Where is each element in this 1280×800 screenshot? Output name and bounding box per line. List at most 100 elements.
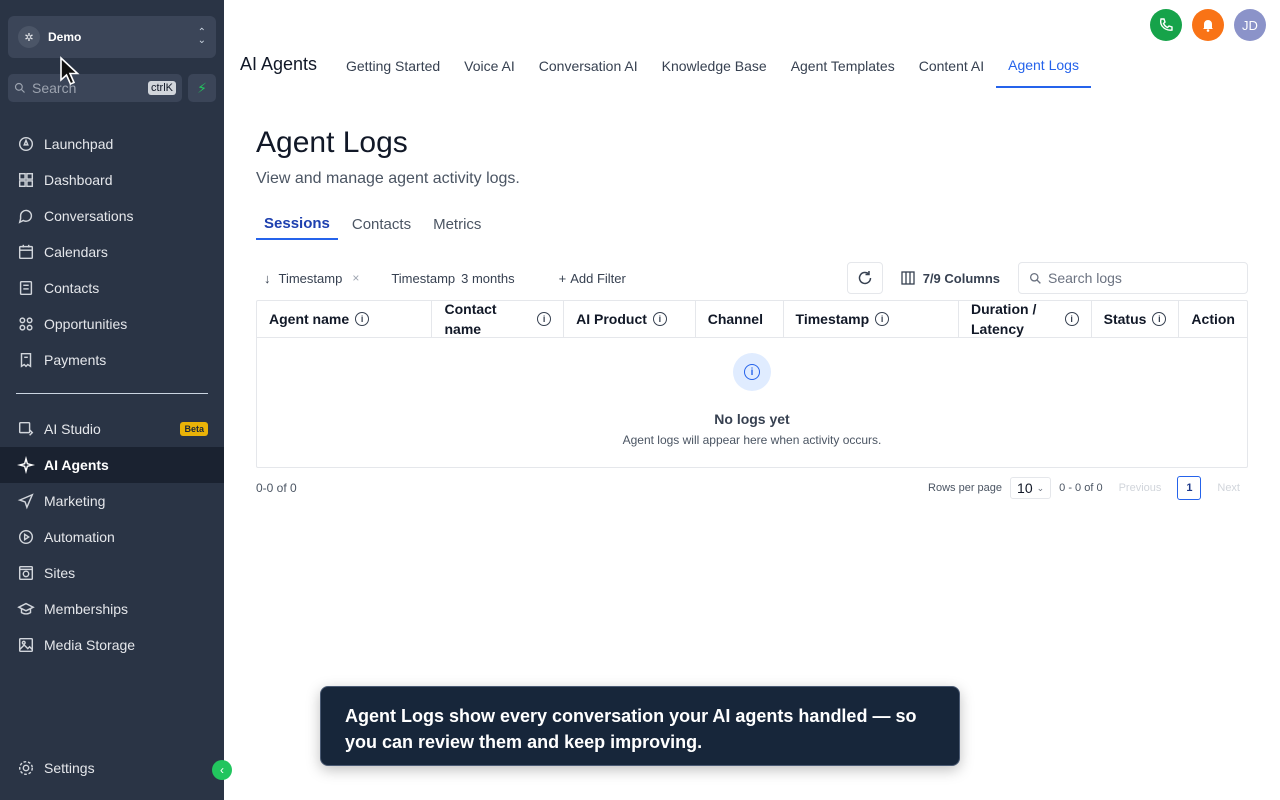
column-label: Channel <box>707 311 763 327</box>
sidebar-nav-main: Launchpad Dashboard Conversations Calend… <box>0 126 224 378</box>
notifications-button[interactable] <box>1192 9 1224 41</box>
tab-voice-ai[interactable]: Voice AI <box>452 44 527 88</box>
rows-per-page-label: Rows per page <box>928 482 1003 494</box>
filter-chip[interactable]: Timestamp 3 months <box>383 265 522 291</box>
page-button-current[interactable]: 1 <box>1177 476 1202 500</box>
info-circle-icon: i <box>733 353 771 391</box>
search-logs-placeholder: Search logs <box>1048 270 1122 286</box>
sidebar-item-marketing[interactable]: Marketing <box>0 483 224 519</box>
column-header-ai-product[interactable]: AI Product i <box>564 301 696 337</box>
info-icon[interactable]: i <box>355 312 370 326</box>
tab-contacts[interactable]: Contacts <box>344 208 419 240</box>
sort-chip[interactable]: ↓ Timestamp × <box>256 265 367 291</box>
sidebar-item-sites[interactable]: Sites <box>0 555 224 591</box>
sidebar-item-contacts[interactable]: Contacts <box>0 270 224 306</box>
account-switcher[interactable]: ✲ Demo ⌃ ⌄ <box>8 16 216 58</box>
logs-table: Agent name i Contact name i AI Product i Ch… <box>256 300 1248 468</box>
sidebar-item-ai-agents[interactable]: AI Agents <box>0 447 224 483</box>
filter-chip-value: 3 months <box>461 270 515 286</box>
tab-knowledge-base[interactable]: Knowledge Base <box>650 44 779 88</box>
sidebar-item-payments[interactable]: Payments <box>0 342 224 378</box>
subtabs: Sessions Contacts Metrics <box>256 208 495 240</box>
sidebar-item-ai-studio[interactable]: AI Studio Beta <box>0 411 224 447</box>
app-root: ✲ Demo ⌃ ⌄ Search ctrlK ⚡ Launchpad Dashb… <box>0 0 1280 800</box>
sidebar-item-label: Conversations <box>44 208 134 224</box>
sidebar-item-label: AI Studio <box>44 421 101 437</box>
rocket-icon <box>16 134 36 154</box>
contacts-icon <box>16 278 36 298</box>
bell-icon <box>1203 20 1213 32</box>
sidebar-item-label: AI Agents <box>44 457 109 473</box>
tab-agent-templates[interactable]: Agent Templates <box>779 44 907 88</box>
column-header-timestamp[interactable]: Timestamp i <box>784 301 959 337</box>
topbar: AI Agents Getting Started Voice AI Conve… <box>224 0 1280 90</box>
close-icon[interactable]: × <box>352 271 359 285</box>
sort-chip-label: Timestamp <box>278 270 343 286</box>
empty-description: Agent logs will appear here when activit… <box>622 433 882 447</box>
column-label: Action <box>1191 311 1235 327</box>
quick-action-button[interactable]: ⚡ <box>188 74 216 102</box>
columns-label: 7/9 Columns <box>922 270 1000 286</box>
column-header-action: Action <box>1179 301 1247 337</box>
table-header: Agent name i Contact name i AI Product i Ch… <box>257 301 1247 338</box>
sidebar-item-media-storage[interactable]: Media Storage <box>0 627 224 663</box>
sidebar-item-label: Media Storage <box>44 637 136 653</box>
info-icon[interactable]: i <box>652 312 667 326</box>
sidebar-item-conversations[interactable]: Conversations <box>0 198 224 234</box>
plus-icon: + <box>558 270 567 286</box>
column-header-agent-name[interactable]: Agent name i <box>257 301 433 337</box>
sidebar-item-settings[interactable]: Settings <box>0 750 224 786</box>
search-logs-input[interactable]: Search logs <box>1018 262 1248 294</box>
next-button[interactable]: Next <box>1217 482 1240 494</box>
column-label: Duration / Latency <box>971 301 1037 337</box>
sidebar-item-label: Settings <box>44 760 95 776</box>
rows-per-page-select[interactable]: 10 ⌄ <box>1010 477 1052 499</box>
columns-icon <box>901 271 915 285</box>
empty-title: No logs yet <box>714 411 790 427</box>
columns-button[interactable]: 7/9 Columns <box>893 271 1008 286</box>
column-header-channel[interactable]: Channel <box>696 301 784 337</box>
sidebar-search-input[interactable]: Search ctrlK <box>8 74 182 102</box>
sidebar-item-calendars[interactable]: Calendars <box>0 234 224 270</box>
tab-content-ai[interactable]: Content AI <box>907 44 996 88</box>
sidebar-item-label: Launchpad <box>44 136 114 152</box>
avatar[interactable]: JD <box>1234 9 1266 41</box>
app-title: AI Agents <box>240 54 318 74</box>
page-subtitle: View and manage agent activity logs. <box>256 170 520 187</box>
column-label: AI Product <box>576 311 647 327</box>
previous-button[interactable]: Previous <box>1119 482 1162 494</box>
tab-agent-logs[interactable]: Agent Logs <box>996 44 1091 88</box>
sidebar: ✲ Demo ⌃ ⌄ Search ctrlK ⚡ Launchpad Dashb… <box>0 0 232 800</box>
walkthrough-tooltip: Agent Logs show every conversation your … <box>320 686 960 766</box>
info-icon[interactable]: i <box>875 312 890 326</box>
tab-metrics[interactable]: Metrics <box>425 208 489 240</box>
sidebar-item-label: Marketing <box>44 493 106 509</box>
info-icon[interactable]: i <box>1152 312 1167 326</box>
sparkle-icon <box>16 455 36 475</box>
sidebar-item-memberships[interactable]: Memberships <box>0 591 224 627</box>
collapse-sidebar-button[interactable]: ‹ <box>212 760 232 780</box>
play-circle-icon <box>16 527 36 547</box>
info-icon[interactable]: i <box>1064 312 1079 326</box>
column-header-contact-name[interactable]: Contact name i <box>432 301 565 337</box>
opportunities-icon <box>16 314 36 334</box>
tab-getting-started[interactable]: Getting Started <box>334 44 452 88</box>
phone-button[interactable] <box>1150 9 1182 41</box>
info-icon[interactable]: i <box>537 312 552 326</box>
refresh-button[interactable] <box>846 262 883 294</box>
sidebar-item-dashboard[interactable]: Dashboard <box>0 162 224 198</box>
tab-conversation-ai[interactable]: Conversation AI <box>527 44 650 88</box>
sidebar-item-launchpad[interactable]: Launchpad <box>0 126 224 162</box>
sidebar-item-automation[interactable]: Automation <box>0 519 224 555</box>
column-header-duration-latency[interactable]: Duration / Latency i <box>959 301 1092 337</box>
rows-per-page-value: 10 <box>1017 480 1033 496</box>
filter-toolbar: ↓ Timestamp × Timestamp 3 months + Add F… <box>256 262 1248 294</box>
add-filter-button[interactable]: + Add Filter <box>551 265 634 291</box>
sidebar-item-label: Automation <box>44 529 115 545</box>
sidebar-item-opportunities[interactable]: Opportunities <box>0 306 224 342</box>
gear-icon <box>16 758 36 778</box>
page-title: Agent Logs <box>256 126 408 159</box>
tab-sessions[interactable]: Sessions <box>256 208 338 240</box>
refresh-icon <box>858 271 871 285</box>
column-header-status[interactable]: Status i <box>1092 301 1180 337</box>
